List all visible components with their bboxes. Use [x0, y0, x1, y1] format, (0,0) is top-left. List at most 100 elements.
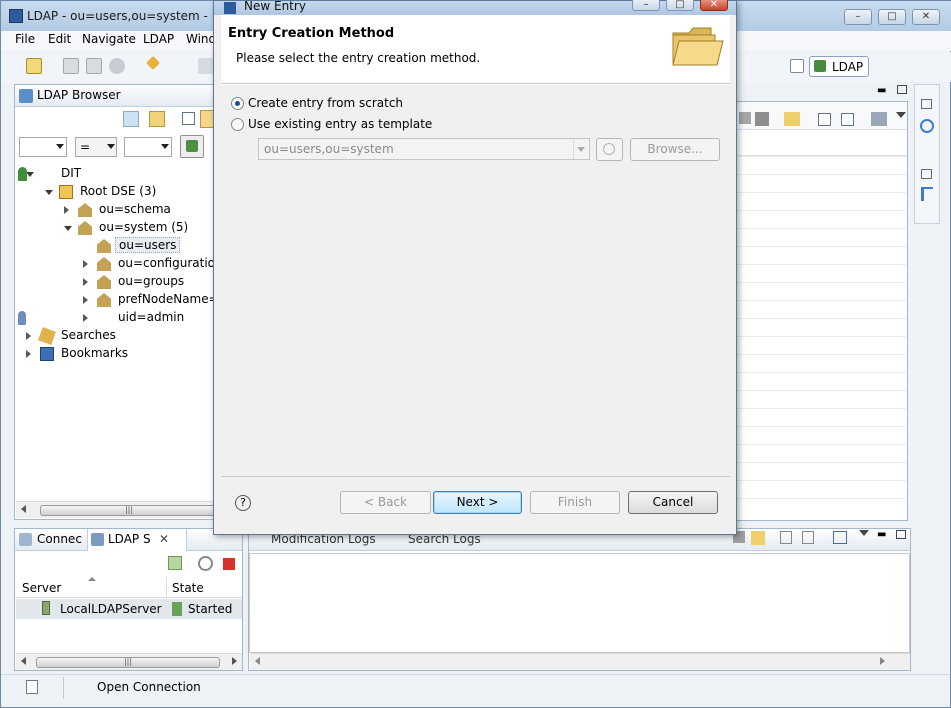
- logs-horizontal-scrollbar[interactable]: [250, 653, 910, 670]
- restore-icon[interactable]: [921, 99, 932, 109]
- properties-icon[interactable]: [921, 187, 933, 201]
- radio-use-template[interactable]: [231, 118, 244, 131]
- column-state[interactable]: State: [172, 581, 204, 595]
- tree-item[interactable]: Root DSE (3): [15, 183, 214, 201]
- servers-horizontal-scrollbar[interactable]: |||: [16, 653, 242, 670]
- collapsed-arrow-icon[interactable]: [83, 314, 88, 322]
- collapsed-arrow-icon[interactable]: [26, 332, 31, 340]
- maximize-button[interactable]: □: [878, 9, 906, 25]
- filter-apply-button[interactable]: [180, 135, 204, 158]
- scroll-left-icon[interactable]: [21, 505, 26, 513]
- tree-item[interactable]: DIT: [15, 165, 214, 183]
- status-connection-icon[interactable]: [26, 680, 38, 694]
- menu-ldap[interactable]: LDAP: [143, 32, 174, 46]
- delete-all-icon[interactable]: [739, 112, 751, 124]
- save-icon[interactable]: [63, 58, 79, 74]
- editor-minimize-icon[interactable]: ▬: [877, 85, 886, 96]
- template-entry-combo[interactable]: ou=users,ou=system: [258, 138, 590, 160]
- expanded-arrow-icon[interactable]: [26, 172, 34, 177]
- export-icon[interactable]: [833, 531, 847, 544]
- tree-item[interactable]: Bookmarks: [15, 345, 214, 363]
- dialog-maximize-button[interactable]: □: [666, 0, 694, 11]
- expanded-arrow-icon[interactable]: [45, 190, 53, 195]
- delete-icon[interactable]: [755, 112, 769, 126]
- expand-all-icon[interactable]: [818, 113, 831, 126]
- operator-select[interactable]: =: [75, 137, 117, 157]
- editor-maximize-icon[interactable]: [897, 85, 907, 94]
- option-template-label[interactable]: Use existing entry as template: [248, 117, 432, 131]
- link-icon[interactable]: [123, 111, 139, 127]
- menu-file[interactable]: File: [15, 32, 35, 46]
- entry-history-button[interactable]: [596, 138, 623, 161]
- tree-item[interactable]: ou=groups: [15, 273, 214, 291]
- ldap-perspective-button[interactable]: LDAP: [809, 56, 869, 77]
- chevron-down-icon[interactable]: [896, 112, 906, 118]
- collapse-all-editor-icon[interactable]: [841, 113, 854, 126]
- scroll-thumb[interactable]: |||: [40, 505, 218, 516]
- tree-item[interactable]: ou=users: [15, 237, 214, 255]
- column-server[interactable]: Server: [22, 581, 61, 595]
- tab-ldap-browser[interactable]: LDAP Browser: [37, 88, 121, 102]
- open-perspective-icon[interactable]: [790, 59, 804, 73]
- collapsed-arrow-icon[interactable]: [83, 260, 88, 268]
- close-window-button[interactable]: ✕: [912, 9, 940, 25]
- logs-minimize-icon[interactable]: ▬: [877, 529, 886, 540]
- option-scratch-label[interactable]: Create entry from scratch: [248, 96, 403, 110]
- minimize-button[interactable]: –: [844, 9, 872, 25]
- next-button[interactable]: Next >: [433, 491, 522, 514]
- scroll-left-icon[interactable]: [255, 657, 260, 665]
- attribute-filter-select[interactable]: [19, 137, 67, 157]
- tree-item[interactable]: ou=schema: [15, 201, 214, 219]
- dialog-close-button[interactable]: ✕: [700, 0, 728, 11]
- logs-maximize-icon[interactable]: [896, 530, 906, 539]
- refresh-editor-icon[interactable]: [784, 112, 800, 126]
- gear-icon[interactable]: [109, 58, 125, 74]
- scroll-right-icon[interactable]: [232, 657, 237, 665]
- tree-item[interactable]: prefNodeName=sy: [15, 291, 214, 309]
- stop-server-icon[interactable]: [223, 558, 235, 570]
- collapse-all-icon[interactable]: [182, 112, 195, 125]
- help-icon[interactable]: ?: [235, 495, 251, 511]
- scroll-left-icon[interactable]: [21, 657, 26, 665]
- restore-icon-2[interactable]: [921, 169, 932, 179]
- connect-icon[interactable]: [145, 55, 161, 71]
- table-row[interactable]: LocalLDAPServer Started: [16, 599, 242, 619]
- dialog-minimize-button[interactable]: –: [632, 0, 660, 11]
- new-icon[interactable]: [26, 58, 42, 74]
- up-arrow-icon[interactable]: [780, 531, 792, 544]
- refresh-log-icon[interactable]: [751, 531, 765, 545]
- tree-item[interactable]: ou=configuration: [15, 255, 214, 273]
- browser-horizontal-scrollbar[interactable]: |||: [16, 501, 218, 518]
- tab-ldap-servers[interactable]: LDAP S: [108, 532, 151, 546]
- tab-connections[interactable]: Connec: [37, 532, 82, 546]
- tree-item[interactable]: uid=admin: [15, 309, 214, 327]
- finish-button[interactable]: Finish: [530, 491, 620, 514]
- collapsed-arrow-icon[interactable]: [64, 206, 69, 214]
- cancel-button[interactable]: Cancel: [628, 491, 718, 514]
- print-icon[interactable]: [86, 58, 102, 74]
- menu-navigate[interactable]: Navigate: [82, 32, 136, 46]
- new-server-icon[interactable]: [168, 556, 182, 570]
- value-filter-select[interactable]: [124, 137, 172, 157]
- toolbar-extra-icon[interactable]: [198, 58, 214, 74]
- close-tab-icon[interactable]: ✕: [159, 532, 169, 546]
- view-menu-icon[interactable]: [871, 112, 887, 126]
- collapsed-arrow-icon[interactable]: [26, 350, 31, 358]
- run-server-icon[interactable]: [198, 556, 213, 571]
- collapsed-arrow-icon[interactable]: [83, 296, 88, 304]
- collapsed-arrow-icon[interactable]: [83, 278, 88, 286]
- menu-window[interactable]: Wind: [186, 32, 216, 46]
- radio-create-from-scratch[interactable]: [231, 97, 244, 110]
- down-arrow-icon[interactable]: [802, 531, 814, 544]
- scroll-right-icon[interactable]: [880, 657, 885, 665]
- refresh-icon[interactable]: [149, 111, 165, 127]
- scroll-thumb[interactable]: |||: [36, 657, 220, 668]
- chevron-down-icon[interactable]: [859, 530, 869, 536]
- tree-item[interactable]: Searches: [15, 327, 214, 345]
- back-button[interactable]: < Back: [340, 491, 431, 514]
- expanded-arrow-icon[interactable]: [64, 226, 72, 231]
- menu-edit[interactable]: Edit: [48, 32, 71, 46]
- browse-button[interactable]: Browse...: [630, 138, 720, 161]
- tree-item[interactable]: ou=system (5): [15, 219, 214, 237]
- outline-icon[interactable]: [920, 119, 934, 133]
